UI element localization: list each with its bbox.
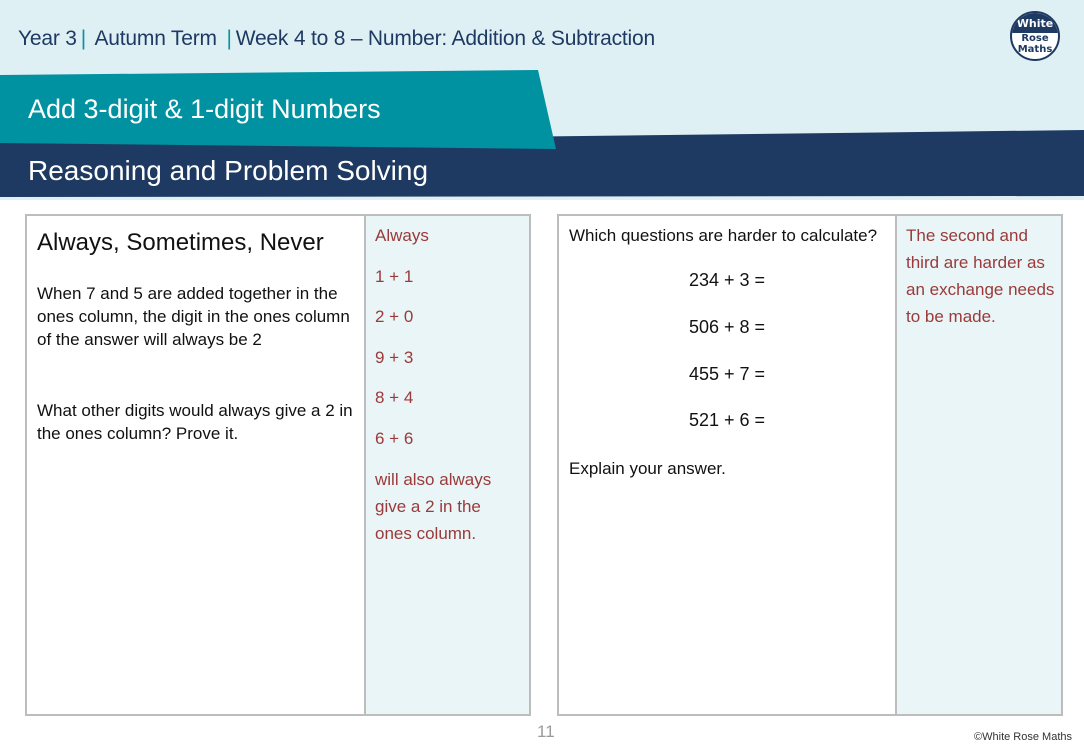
question-statement: When 7 and 5 are added together in the o…	[37, 284, 350, 349]
explain-prompt: Explain your answer.	[569, 459, 726, 478]
logo-line-3: Maths	[1017, 44, 1053, 55]
answer-verdict: Always	[375, 226, 429, 245]
answer-pair: 2 + 0	[375, 307, 414, 326]
answer-pair: 6 + 6	[375, 429, 414, 448]
question-heading: Always, Sometimes, Never	[37, 229, 324, 256]
answer-text: The second and third are harder as an ex…	[906, 226, 1055, 326]
breadcrumb-unit: Week 4 to 8 – Number: Addition & Subtrac…	[235, 27, 655, 50]
calculation: 506 + 8 =	[688, 317, 766, 337]
answer-conclusion: will also always give a 2 in the ones co…	[375, 470, 492, 543]
always-sometimes-never-panel: Always, Sometimes, Never When 7 and 5 ar…	[25, 214, 531, 716]
logo-line-1: White	[1012, 13, 1058, 33]
logo-line-2: Rose	[1021, 33, 1049, 44]
copyright: ©White Rose Maths	[974, 731, 1072, 743]
answer-pair: 1 + 1	[375, 267, 414, 286]
answer-pair: 9 + 3	[375, 348, 414, 367]
breadcrumb-term: Autumn Term	[94, 27, 217, 50]
white-rose-maths-logo: White Rose Maths	[1010, 11, 1060, 61]
section-title: Reasoning and Problem Solving	[28, 155, 429, 186]
answer-pair: 8 + 4	[375, 388, 414, 407]
breadcrumb: Year 3 | Autumn Term | Week 4 to 8 – Numbe…	[18, 27, 655, 51]
harder-calculations-panel: Which questions are harder to calculate?…	[557, 214, 1063, 716]
breadcrumb-separator: |	[80, 27, 87, 50]
breadcrumb-separator: |	[226, 27, 232, 50]
page-number: 11	[537, 722, 555, 741]
calculation: 521 + 6 =	[688, 410, 766, 430]
breadcrumb-year: Year 3	[18, 27, 77, 50]
calculation: 234 + 3 =	[688, 270, 766, 290]
answer-column: The second and third are harder as an ex…	[895, 216, 1061, 714]
answer-column: Always 1 + 1 2 + 0 9 + 3 8 + 4 6 + 6 wil…	[364, 216, 529, 714]
question-text: Which questions are harder to calculate?	[569, 226, 878, 245]
lesson-title: Add 3-digit & 1-digit Numbers	[28, 94, 381, 124]
question-prompt: What other digits would always give a 2 …	[37, 401, 353, 443]
calculation: 455 + 7 =	[688, 364, 766, 384]
